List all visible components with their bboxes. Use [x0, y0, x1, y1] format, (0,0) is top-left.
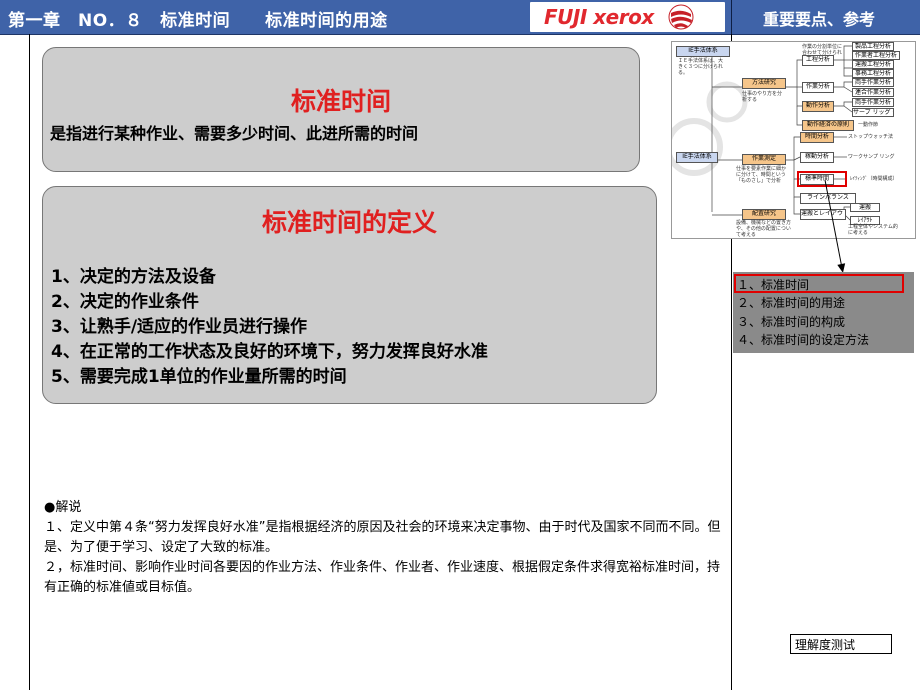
diagram-leaf: 事務工程分析 [852, 69, 894, 78]
diagram-leaf-note: ストップウォッチ法 [848, 134, 894, 140]
definition-title: 标准时间的定义 [261, 208, 437, 237]
diagram-root-note: ＩＥ手法体系は、大きく３つに分けられる。 [678, 58, 724, 76]
reference-title: 重要要点、参考 [763, 10, 876, 29]
diagram-leaf: 両手作業分析 [852, 78, 894, 87]
diagram-method-study: 方法研究 [742, 78, 786, 89]
xerox-ball-icon [668, 4, 694, 30]
diagram-root-node: IE手法体系 [676, 46, 730, 57]
definition-item: 5、需要完成1单位的作业量所需的时间 [51, 367, 347, 387]
fuji-xerox-logo: FUJI xerox [530, 2, 725, 32]
diagram-motion-analysis: 動作分析 [802, 101, 834, 112]
diagram-work-note: 仕事を要素作業に細かに分けて、時間という「ものさし」で分析 [736, 166, 787, 184]
diagram-leaf-note: 一動作節 [858, 122, 879, 128]
standard-time-text: 是指进行某种作业、需要多少时间、此进所需的时间 [50, 124, 419, 143]
diagram-work-measurement: 作業測定 [742, 154, 786, 165]
toc-item-setting-method[interactable]: ４、标准时间的设定方法 [737, 331, 869, 348]
logo-text: FUJI xerox [544, 5, 654, 29]
pointer-arrow [824, 179, 846, 273]
page-title: 第一章 NO．８ 标准时间 标准时间的用途 [8, 11, 388, 31]
toc-item-uses[interactable]: ２、标准时间的用途 [737, 294, 845, 311]
diagram-root-node-2: IE手法体系 [676, 152, 718, 163]
diagram-utilization-analysis: 稼動分析 [800, 152, 834, 163]
standard-time-title: 标准时间 [290, 87, 391, 116]
diagram-layout-note: 設備、機械などの置き方や、その他の配置について考える [736, 220, 792, 238]
definition-item: 1、决定的方法及设备 [51, 267, 216, 287]
header-bar: 第一章 NO．８ 标准时间 标准时间的用途 FUJI xerox 重要要点、参考 [0, 0, 920, 35]
diagram-motion-economy: 動作経済の原則 [802, 120, 854, 131]
explanation-para-1: １、定义中第４条“努力发挥良好水准”是指根据经济的原因及社会的环境来决定事物、由… [44, 520, 721, 555]
diagram-leaf: 作業者工程分析 [852, 51, 900, 60]
diagram-leaf: 両手作業分析 [852, 98, 894, 107]
toc-item-composition[interactable]: ３、标准时间的构成 [737, 313, 845, 330]
diagram-method-note: 仕事のやり方を分析する [742, 91, 783, 103]
ie-method-diagram: IE手法体系 ＩＥ手法体系は、大きく３つに分けられる。 IE手法体系 作業の分割… [671, 41, 916, 239]
diagram-leaf-note: ワークサンプ リング [848, 154, 895, 160]
left-margin-line [29, 34, 30, 690]
definition-box: 标准时间的定义 1、决定的方法及设备 2、决定的作业条件 3、让熟手/适应的作业… [42, 186, 657, 404]
diagram-leaf: 製品工程分析 [852, 42, 894, 51]
diagram-leaf: 運搬工程分析 [852, 60, 894, 69]
diagram-leaf: サーブ リッグ 分析 [852, 108, 894, 117]
diagram-layout-study: 配置研究 [742, 209, 786, 220]
standard-time-box: 标准时间 是指进行某种作业、需要多少时间、此进所需的时间 [42, 47, 640, 172]
comprehension-test-button[interactable]: 理解度测试 [790, 634, 892, 654]
definition-item: 3、让熟手/适应的作业员进行操作 [51, 317, 308, 337]
definition-item: 2、决定的作业条件 [51, 292, 199, 312]
diagram-operation-analysis: 作業分析 [802, 82, 834, 93]
definition-list: 1、决定的方法及设备 2、决定的作业条件 3、让熟手/适应的作业员进行操作 4、… [51, 265, 488, 390]
diagram-time-analysis: 時間分析 [800, 132, 834, 143]
toc-panel: １、标准时间 ２、标准时间的用途 ３、标准时间的构成 ４、标准时间的设定方法 [733, 272, 914, 353]
definition-item: 4、在正常的工作状态及良好的环境下，努力发挥良好水准 [51, 342, 488, 362]
diagram-process-analysis: 工程分析 [802, 55, 834, 66]
diagram-leaf: 連合作業分析 [852, 88, 894, 97]
header-divider [731, 0, 732, 34]
explanation-heading: ●解说 [44, 500, 82, 515]
toc-item-standard-time[interactable]: １、标准时间 [737, 276, 809, 293]
explanation-para-2: ２，标准时间、影响作业时间各要因的作业方法、作业条件、作业者、作业速度、根据假定… [44, 560, 721, 595]
explanation-section: ●解说 １、定义中第４条“努力发挥良好水准”是指根据经济的原因及社会的环境来决定… [44, 498, 724, 598]
